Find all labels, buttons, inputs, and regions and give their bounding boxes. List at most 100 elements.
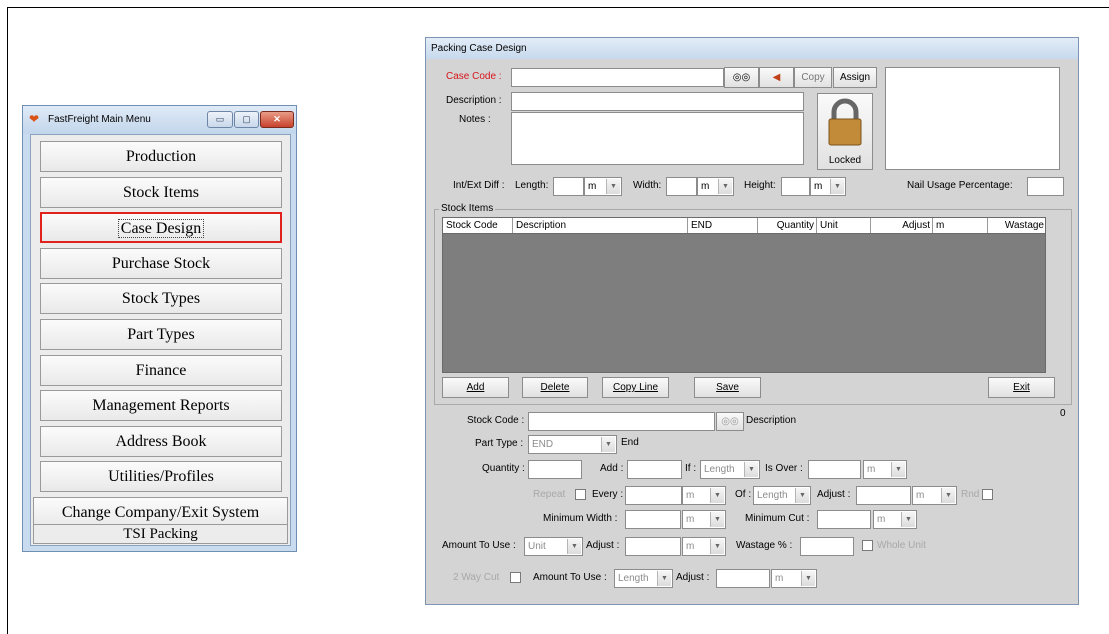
add-input[interactable] <box>627 460 682 479</box>
main-menu-titlebar[interactable]: ❤ FastFreight Main Menu ▭ ▢ ✕ <box>23 106 296 134</box>
locked-label: Locked <box>828 155 862 166</box>
of-label: Of : <box>735 489 752 500</box>
is-over-label: Is Over : <box>765 463 803 474</box>
record-count: 0 <box>1060 408 1066 419</box>
int-ext-length-input[interactable] <box>553 177 584 196</box>
stock-code-input[interactable] <box>528 412 715 431</box>
of-combo[interactable]: Length ▼ <box>753 486 811 505</box>
is-over-unit-combo[interactable]: m ▼ <box>863 460 907 479</box>
two-way-cut-checkbox[interactable] <box>510 572 521 583</box>
close-button[interactable]: ✕ <box>260 111 294 128</box>
back-case-button[interactable]: ◀ <box>759 67 794 88</box>
whole-unit-label: Whole Unit <box>877 540 926 551</box>
chevron-down-icon: ▼ <box>744 462 758 477</box>
rnd-checkbox[interactable] <box>982 489 993 500</box>
finance-button[interactable]: Finance <box>40 355 282 386</box>
utilities-profiles-button[interactable]: Utilities/Profiles <box>40 461 282 492</box>
if-combo[interactable]: Length ▼ <box>700 460 760 479</box>
arrow-left-icon: ◀ <box>772 72 781 83</box>
main-menu-body: Production Stock Items Case Design Purch… <box>30 134 291 546</box>
stock-types-button[interactable]: Stock Types <box>40 283 282 314</box>
min-cut-input[interactable] <box>817 510 871 529</box>
delete-button[interactable]: Delete <box>522 377 588 398</box>
chevron-down-icon: ▼ <box>710 512 724 527</box>
col-end[interactable]: END <box>688 218 758 233</box>
assign-button[interactable]: Assign <box>833 67 877 88</box>
min-cut-label: Minimum Cut : <box>745 513 810 524</box>
management-reports-button[interactable]: Management Reports <box>40 390 282 421</box>
col-adjust[interactable]: Adjust <box>871 218 933 233</box>
repeat-checkbox[interactable] <box>575 489 586 500</box>
production-button[interactable]: Production <box>40 141 282 172</box>
purchase-stock-button[interactable]: Purchase Stock <box>40 248 282 279</box>
min-cut-unit-combo[interactable]: m ▼ <box>873 510 917 529</box>
amount-2-adjust-unit-combo[interactable]: m ▼ <box>771 569 817 588</box>
amount-2-adjust-input[interactable] <box>716 569 770 588</box>
nail-usage-input[interactable] <box>1027 177 1064 196</box>
copy-button[interactable]: Copy <box>794 67 832 88</box>
col-stock-code[interactable]: Stock Code <box>443 218 513 233</box>
grid-header: Stock Code Description END Quantity Unit… <box>443 218 1045 234</box>
copy-line-button[interactable]: Copy Line <box>602 377 669 398</box>
min-width-label: Minimum Width : <box>543 513 618 524</box>
is-over-input[interactable] <box>808 460 861 479</box>
notes-label: Notes : <box>459 114 491 125</box>
stock-items-button[interactable]: Stock Items <box>40 177 282 208</box>
maximize-button[interactable]: ▢ <box>234 111 259 128</box>
padlock-icon <box>828 98 862 146</box>
int-ext-width-input[interactable] <box>666 177 697 196</box>
chevron-down-icon: ▼ <box>710 488 724 503</box>
adjust-input[interactable] <box>856 486 911 505</box>
every-input[interactable] <box>625 486 682 505</box>
quantity-input[interactable] <box>528 460 582 479</box>
amount-to-use-2-combo[interactable]: Length ▼ <box>614 569 673 588</box>
minimize-button[interactable]: ▭ <box>207 111 233 128</box>
chevron-down-icon: ▼ <box>801 571 815 586</box>
whole-unit-checkbox[interactable] <box>862 540 873 551</box>
length-unit-combo[interactable]: m ▼ <box>584 177 622 196</box>
amount-adjust-label: Adjust : <box>586 540 620 551</box>
exit-button[interactable]: Exit <box>988 377 1055 398</box>
save-button[interactable]: Save <box>694 377 761 398</box>
amount-adjust-unit-combo[interactable]: m ▼ <box>682 537 726 556</box>
part-types-button[interactable]: Part Types <box>40 319 282 350</box>
binoculars-icon: ◎◎ <box>732 72 751 83</box>
width-unit-combo[interactable]: m ▼ <box>697 177 734 196</box>
adjust-unit-combo[interactable]: m ▼ <box>912 486 957 505</box>
find-stock-button[interactable]: ◎◎ <box>716 412 744 431</box>
col-quantity[interactable]: Quantity <box>758 218 817 233</box>
wastage-input[interactable] <box>800 537 854 556</box>
case-design-button[interactable]: Case Design <box>40 212 282 243</box>
part-type-combo[interactable]: END ▼ <box>528 435 617 454</box>
min-width-input[interactable] <box>625 510 681 529</box>
case-design-title[interactable]: Packing Case Design <box>426 38 1078 59</box>
chevron-down-icon: ▼ <box>901 512 915 527</box>
chevron-down-icon: ▼ <box>941 488 955 503</box>
main-menu-title: FastFreight Main Menu <box>48 114 151 125</box>
every-unit-combo[interactable]: m ▼ <box>682 486 726 505</box>
if-label: If : <box>685 463 697 474</box>
amount-to-use-2-label: Amount To Use : <box>533 572 607 583</box>
col-wastage[interactable]: Wastage <box>988 218 1046 233</box>
address-book-button[interactable]: Address Book <box>40 426 282 457</box>
stock-code-label: Stock Code : <box>467 415 525 426</box>
chevron-down-icon: ▼ <box>891 462 905 477</box>
amount-2-adjust-label: Adjust : <box>676 572 710 583</box>
amount-adjust-input[interactable] <box>625 537 681 556</box>
height-unit-combo[interactable]: m ▼ <box>810 177 846 196</box>
stock-items-grid[interactable]: Stock Code Description END Quantity Unit… <box>442 217 1046 373</box>
col-unit[interactable]: Unit <box>817 218 871 233</box>
chevron-down-icon: ▼ <box>718 179 732 194</box>
add-button[interactable]: Add <box>442 377 509 398</box>
case-code-input[interactable] <box>511 68 724 87</box>
every-label: Every : <box>592 489 624 500</box>
col-description[interactable]: Description <box>513 218 688 233</box>
description-input[interactable] <box>511 92 804 111</box>
notes-textarea[interactable] <box>511 112 804 165</box>
col-adjust-unit[interactable]: m <box>933 218 988 233</box>
int-ext-height-input[interactable] <box>781 177 810 196</box>
find-case-button[interactable]: ◎◎ <box>724 67 759 88</box>
amount-to-use-combo[interactable]: Unit ▼ <box>524 537 583 556</box>
min-width-unit-combo[interactable]: m ▼ <box>682 510 726 529</box>
lock-toggle-button[interactable]: Locked <box>817 93 873 170</box>
